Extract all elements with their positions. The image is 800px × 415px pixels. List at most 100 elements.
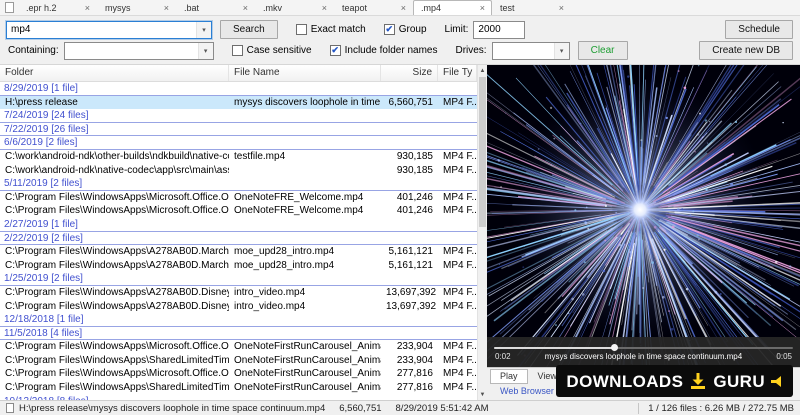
- group-header[interactable]: 7/22/2019 [26 files]: [0, 123, 477, 137]
- tab-label: .epr h.2: [26, 2, 57, 13]
- tab-mysys[interactable]: mysys ×: [97, 0, 176, 15]
- search-input[interactable]: mp4 ▾: [6, 20, 212, 39]
- group-header[interactable]: 2/27/2019 [1 file]: [0, 218, 477, 232]
- cell-name: testfile.mp4: [234, 150, 286, 162]
- file-list-scrollbar[interactable]: ▲ ▼: [477, 65, 487, 400]
- file-row[interactable]: H:\press release mysys discovers loophole…: [0, 95, 477, 110]
- checkbox-box[interactable]: [231, 45, 243, 56]
- cell-folder: C:\Program Files\WindowsApps\A278AB0D.Di…: [5, 300, 229, 312]
- tab-epr-h-2[interactable]: .epr h.2 ×: [18, 0, 97, 15]
- checkbox-box[interactable]: ✔: [329, 45, 341, 56]
- tab-teapot[interactable]: teapot ×: [334, 0, 413, 15]
- containing-dropdown-icon[interactable]: ▾: [197, 42, 213, 59]
- cell-size: 233,904: [396, 341, 433, 353]
- tab-close-icon[interactable]: ×: [85, 3, 90, 13]
- group-header[interactable]: 1/25/2019 [2 files]: [0, 272, 477, 286]
- video-player[interactable]: 0:02 mysys discovers loophole in time sp…: [487, 65, 800, 367]
- file-row[interactable]: C:\Program Files\WindowsApps\Microsoft.O…: [0, 204, 477, 218]
- drives-dropdown-icon[interactable]: ▾: [553, 42, 569, 59]
- group-header[interactable]: 5/11/2019 [2 files]: [0, 177, 477, 191]
- include-folder-names-checkbox[interactable]: ✔ Include folder names: [329, 45, 437, 56]
- file-row[interactable]: C:\Program Files\WindowsApps\SharedLimit…: [0, 381, 477, 395]
- cell-size: 277,816: [396, 368, 433, 380]
- containing-input[interactable]: ▾: [63, 41, 214, 60]
- group-header[interactable]: 11/5/2018 [4 files]: [0, 327, 477, 341]
- column-header-size[interactable]: Size: [381, 65, 438, 81]
- file-row[interactable]: C:\Program Files\WindowsApps\Microsoft.O…: [0, 340, 477, 354]
- scrollbar-thumb[interactable]: [479, 77, 486, 228]
- cell-size: 401,246: [396, 191, 433, 203]
- video-time-total: 0:05: [776, 352, 792, 361]
- tab-close-icon[interactable]: ×: [322, 3, 327, 13]
- file-row[interactable]: C:\Program Files\WindowsApps\SharedLimit…: [0, 354, 477, 368]
- file-row[interactable]: C:\Program Files\WindowsApps\A278AB0D.Di…: [0, 286, 477, 300]
- scrollbar-track[interactable]: [478, 76, 487, 389]
- group-header[interactable]: 8/29/2019 [1 file]: [0, 82, 477, 96]
- column-header-filename[interactable]: File Name: [229, 65, 381, 81]
- clear-button[interactable]: Clear: [577, 41, 628, 60]
- tab-web-browser[interactable]: Web Browser: [490, 384, 564, 399]
- group-header[interactable]: 2/22/2019 [2 files]: [0, 232, 477, 246]
- file-row[interactable]: C:\work\android-ndk\native-codec\app\src…: [0, 164, 477, 178]
- limit-input-value: 2000: [478, 24, 501, 35]
- cell-type: MP4 F...: [443, 341, 477, 353]
- cell-size: 930,185: [396, 150, 433, 162]
- file-row[interactable]: C:\Program Files\WindowsApps\A278AB0D.Di…: [0, 300, 477, 314]
- cell-name: moe_upd28_intro.mp4: [234, 246, 335, 258]
- create-db-button[interactable]: Create new DB: [699, 41, 793, 60]
- video-progress-slider[interactable]: [494, 343, 793, 352]
- scroll-up-icon[interactable]: ▲: [478, 65, 487, 76]
- group-label: Group: [398, 24, 427, 35]
- tab-close-icon[interactable]: ×: [164, 3, 169, 13]
- search-button[interactable]: Search: [220, 20, 278, 39]
- tab-close-icon[interactable]: ×: [480, 3, 485, 13]
- toolbar: mp4 ▾ Search Exact match ✔ Group Limit: …: [0, 16, 800, 64]
- tab-mkv[interactable]: .mkv ×: [255, 0, 334, 15]
- cell-type: MP4 F...: [443, 246, 477, 258]
- limit-input[interactable]: 2000: [473, 20, 526, 39]
- group-header[interactable]: 12/18/2018 [1 file]: [0, 313, 477, 327]
- drives-label: Drives:: [455, 45, 487, 56]
- tab-bat[interactable]: .bat ×: [176, 0, 255, 15]
- tab-label: teapot: [342, 2, 368, 13]
- file-row[interactable]: C:\work\android-ndk\other-builds\ndkbuil…: [0, 150, 477, 164]
- tab-close-icon[interactable]: ×: [401, 3, 406, 13]
- cell-folder: C:\Program Files\WindowsApps\SharedLimit…: [5, 354, 229, 366]
- tab-play[interactable]: Play: [490, 369, 528, 384]
- file-row[interactable]: C:\Program Files\WindowsApps\Microsoft.O…: [0, 367, 477, 381]
- progress-knob[interactable]: [610, 344, 618, 351]
- tab-test[interactable]: test ×: [492, 0, 571, 15]
- cell-type: MP4 F...: [443, 259, 477, 271]
- tab-close-icon[interactable]: ×: [243, 3, 248, 13]
- exact-match-checkbox[interactable]: Exact match: [295, 24, 366, 35]
- tab-label: .bat: [184, 2, 200, 13]
- group-header[interactable]: 6/6/2019 [2 files]: [0, 136, 477, 150]
- tab-close-icon[interactable]: ×: [559, 3, 564, 13]
- cell-name: OneNoteFirstRunCarousel_Animation2.mp4: [234, 382, 381, 394]
- drives-select[interactable]: ▾: [491, 41, 570, 60]
- cell-size: 13,697,392: [386, 286, 437, 298]
- checkbox-box[interactable]: ✔: [383, 24, 395, 35]
- group-checkbox[interactable]: ✔ Group: [383, 24, 427, 35]
- schedule-button[interactable]: Schedule: [725, 20, 793, 39]
- file-row[interactable]: C:\Program Files\WindowsApps\A278AB0D.Ma…: [0, 245, 477, 259]
- exact-match-label: Exact match: [310, 24, 366, 35]
- tab-strip: .epr h.2 × mysys × .bat × .mkv × teapot × .mp4 × tes…: [18, 0, 571, 15]
- checkbox-box[interactable]: [295, 24, 307, 35]
- file-row[interactable]: C:\Program Files\WindowsApps\A278AB0D.Ma…: [0, 259, 477, 273]
- cell-type: MP4 F...: [443, 286, 477, 298]
- cell-folder: H:\press release: [5, 96, 78, 108]
- column-header-filetype[interactable]: File Ty: [438, 65, 477, 81]
- cell-folder: C:\Program Files\WindowsApps\A278AB0D.Ma…: [5, 246, 229, 258]
- scroll-down-icon[interactable]: ▼: [478, 389, 487, 400]
- column-header-folder[interactable]: Folder: [0, 65, 229, 81]
- watermark-text-left: DOWNLOADS: [566, 371, 684, 391]
- group-header[interactable]: 7/24/2019 [24 files]: [0, 109, 477, 123]
- case-sensitive-checkbox[interactable]: Case sensitive: [231, 45, 312, 56]
- result-rows: 8/29/2019 [1 file] H:\press release mysys …: [0, 82, 477, 400]
- tab-bar: .epr h.2 × mysys × .bat × .mkv × teapot × .mp4 × tes…: [0, 0, 800, 16]
- tab-mp4[interactable]: .mp4 ×: [413, 0, 492, 15]
- cell-type: MP4 F...: [443, 368, 477, 380]
- file-row[interactable]: C:\Program Files\WindowsApps\Microsoft.O…: [0, 191, 477, 205]
- search-dropdown-icon[interactable]: ▾: [196, 21, 211, 38]
